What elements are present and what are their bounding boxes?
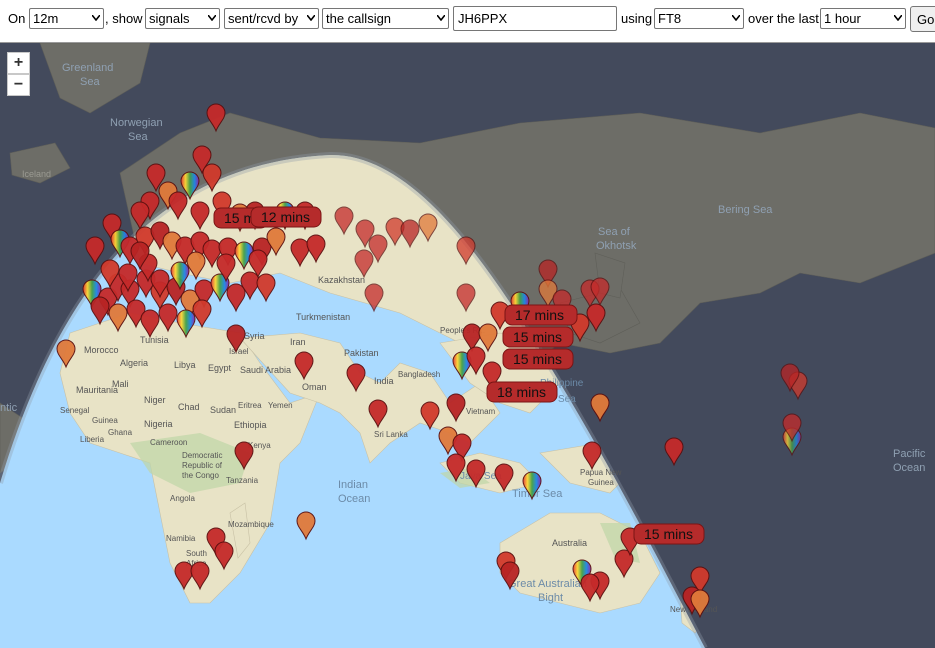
zoom-out-button[interactable]: − [7,74,30,96]
label-kazakhstan: Kazakhstan [318,275,365,285]
label-egypt: Egypt [208,363,232,373]
go-button[interactable]: Go [910,6,935,32]
label-ethiopia: Ethiopia [234,420,267,430]
show-value: signals [149,11,190,26]
query-toolbar: On 12m , show signals sent/rcvd by the c… [0,0,935,43]
label-bering-sea: Bering Sea [718,204,773,216]
time-label[interactable]: 15 mins [633,523,705,545]
label-bangladesh: Bangladesh [398,370,440,379]
over-label: over the last [748,11,819,26]
label-iceland: Iceland [22,169,51,179]
svg-text:15 mins: 15 mins [513,351,562,367]
label-atlantic: ntic [0,402,18,414]
svg-text:17 mins: 17 mins [515,307,564,323]
chevron-down-icon [92,15,100,21]
band-value: 12m [33,11,59,26]
on-label: On [8,11,26,26]
svg-text:12 mins: 12 mins [261,209,310,225]
svg-text:15 mins: 15 mins [644,526,693,542]
label-eritrea: Eritrea [238,401,262,410]
label-iran: Iran [290,337,306,347]
label-australia: Australia [552,538,587,548]
label-senegal: Senegal [60,406,90,415]
label-india: India [374,376,394,386]
time-label[interactable]: 17 mins [504,304,578,326]
label-namibia: Namibia [166,534,196,543]
chevron-down-icon [437,15,445,21]
zoom-in-button[interactable]: + [7,52,30,74]
target-type-select[interactable]: the callsign [322,8,449,29]
map-view[interactable]: Greenland Sea Norwegian Sea Iceland Kazakh… [0,43,935,648]
period-select[interactable]: 1 hour [820,8,906,29]
time-label[interactable]: 12 mins [250,206,322,228]
svg-text:15 m: 15 m [224,210,255,226]
target-type-value: the callsign [326,11,392,26]
label-morocco: Morocco [84,345,119,355]
label-angola: Angola [170,494,195,503]
mode-select[interactable]: FT8 [654,8,744,29]
mode-value: FT8 [658,11,682,26]
time-label[interactable]: 15 mins [502,348,574,370]
chevron-down-icon [307,15,315,21]
label-turkmenistan: Turkmenistan [296,312,350,322]
label-sea-right: Sea [558,394,576,405]
using-label: using [621,11,653,26]
label-sri-lanka: Sri Lanka [374,430,408,439]
label-mali: Mali [112,379,129,389]
label-drc: Democratic Republic of the Congo [182,451,223,480]
label-nigeria: Nigeria [144,419,173,429]
label-ghana: Ghana [108,428,133,437]
label-niger: Niger [144,395,166,405]
label-tanzania: Tanzania [226,476,259,485]
label-israel: Israel [229,347,249,356]
period-value: 1 hour [824,11,861,26]
label-chad: Chad [178,402,200,412]
band-select[interactable]: 12m [29,8,104,29]
show-label: , show [105,11,143,26]
label-tunisia: Tunisia [140,335,169,345]
time-label[interactable]: 15 mins [502,326,574,348]
svg-text:18 mins: 18 mins [497,384,546,400]
label-vietnam: Vietnam [466,407,496,416]
label-algeria: Algeria [120,358,148,368]
direction-select[interactable]: sent/rcvd by [224,8,319,29]
chevron-down-icon [208,15,216,21]
label-guinea: Guinea [92,416,118,425]
label-sudan: Sudan [210,405,236,415]
chevron-down-icon [732,15,740,21]
svg-text:15 mins: 15 mins [513,329,562,345]
label-syria: Syria [244,331,265,341]
world-map: Greenland Sea Norwegian Sea Iceland Kazakh… [0,43,935,648]
label-mozambique: Mozambique [228,520,274,529]
label-cameroon: Cameroon [150,438,187,447]
show-select[interactable]: signals [145,8,220,29]
label-libya: Libya [174,360,196,370]
callsign-input[interactable] [453,6,617,31]
label-saudi-arabia: Saudi Arabia [240,365,291,375]
label-pakistan: Pakistan [344,348,379,358]
time-label[interactable]: 18 mins [486,381,558,403]
label-liberia: Liberia [80,435,105,444]
direction-value: sent/rcvd by [228,11,299,26]
label-oman: Oman [302,382,327,392]
chevron-down-icon [894,15,902,21]
label-yemen: Yemen [268,401,293,410]
